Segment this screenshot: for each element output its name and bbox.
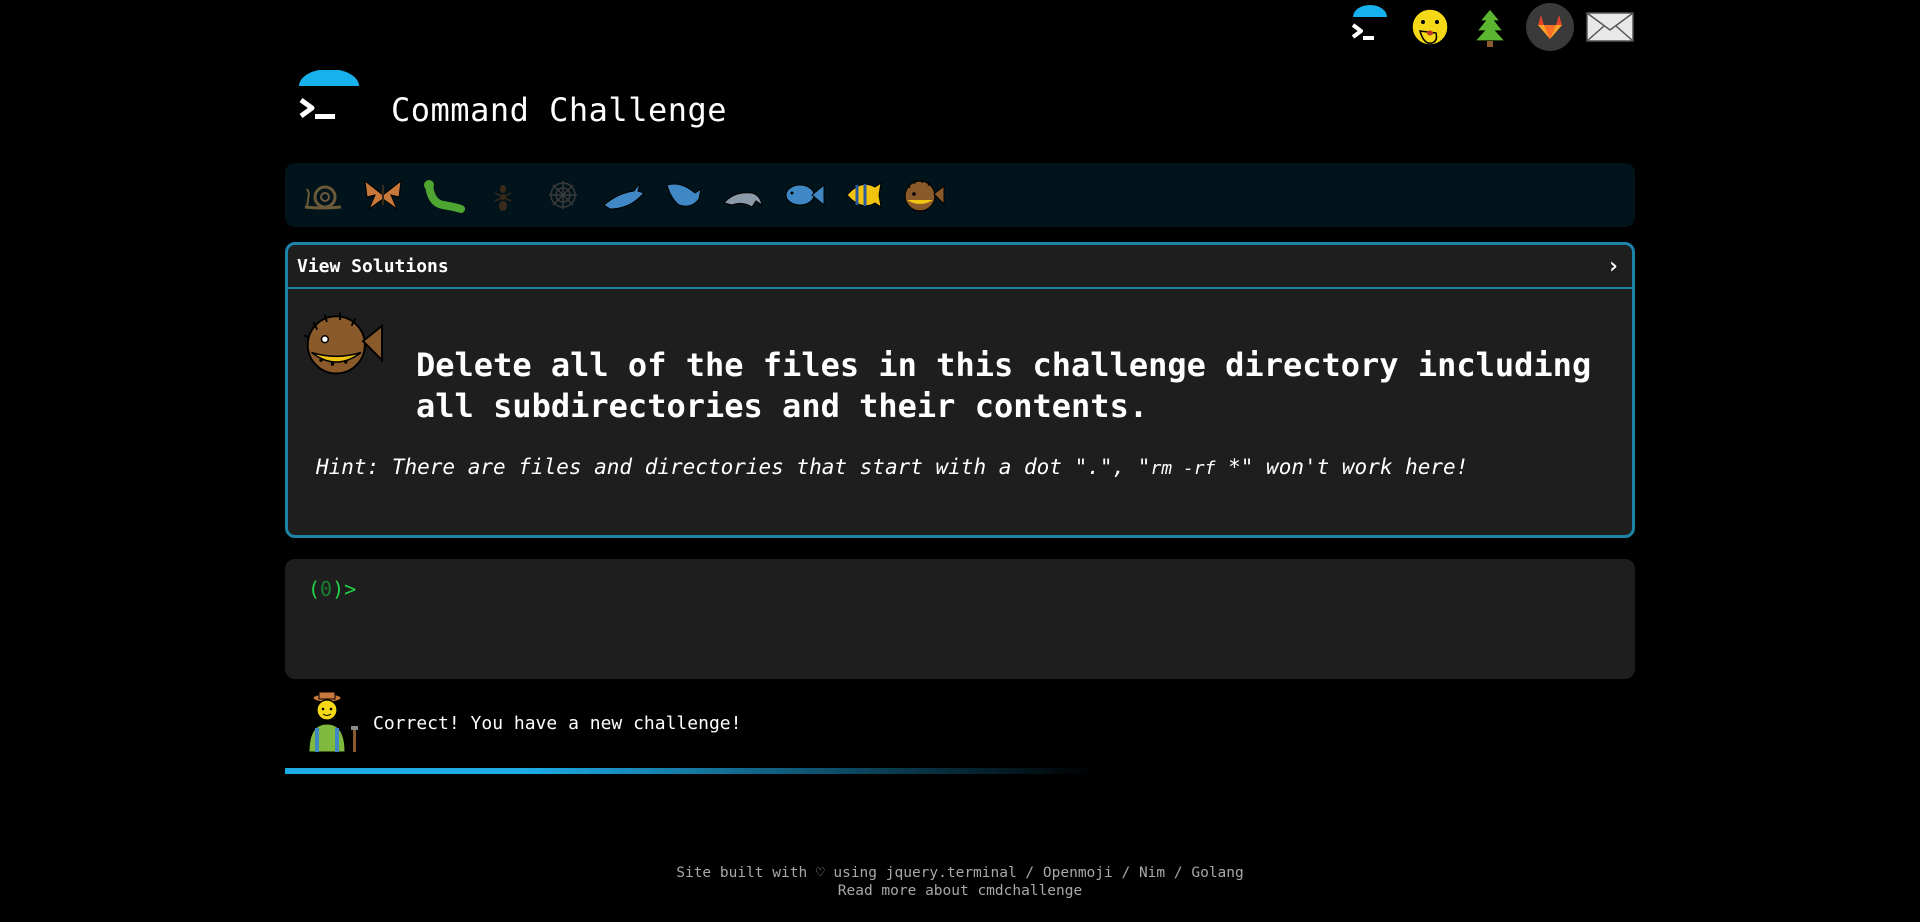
terminal-logo-icon[interactable] — [1340, 2, 1400, 52]
tropical-fish-icon[interactable] — [833, 165, 893, 225]
nim-link[interactable]: Nim — [1139, 865, 1165, 881]
shark-icon[interactable] — [653, 165, 713, 225]
farmer-icon — [301, 688, 363, 758]
status-text: Correct! You have a new challenge! — [373, 712, 742, 734]
openmoji-link[interactable]: Openmoji — [1043, 865, 1113, 881]
terminal-prompt: (0)> — [308, 577, 356, 601]
view-solutions-label: View Solutions — [297, 255, 449, 277]
terminal-logo-icon[interactable] — [297, 69, 361, 140]
butterfly-icon[interactable] — [353, 165, 413, 225]
page-title: Command Challenge — [391, 91, 728, 129]
footer-line-2: Read more about cmdchallenge — [0, 882, 1920, 900]
blowfish-icon — [298, 303, 386, 387]
spider-web-icon[interactable] — [533, 165, 593, 225]
header: Command Challenge — [297, 69, 728, 140]
footer-line-1: Site built with ♡ using jquery.terminal … — [0, 864, 1920, 882]
hint-prefix: Hint: There are files and directories th… — [316, 455, 1151, 479]
chevron-right-icon: › — [1606, 253, 1620, 279]
prompt-open: ( — [308, 577, 321, 601]
view-solutions-toggle[interactable]: View Solutions › — [288, 245, 1632, 289]
footer-credits: Site built with ♡ using — [676, 865, 886, 881]
top-icon-bar — [1340, 2, 1640, 52]
hint-code: rm -rf — [1150, 458, 1216, 479]
blowfish-icon[interactable] — [893, 165, 953, 225]
face-hand-over-mouth-icon[interactable] — [1400, 2, 1460, 52]
jquery-terminal-link[interactable]: jquery.terminal — [886, 865, 1017, 881]
tree-icon[interactable] — [1460, 2, 1520, 52]
ant-icon[interactable] — [473, 165, 533, 225]
read-more-link[interactable]: Read more about cmdchallenge — [838, 883, 1082, 899]
footer: Site built with ♡ using jquery.terminal … — [0, 864, 1920, 900]
snail-icon[interactable] — [293, 165, 353, 225]
challenge-description: Delete all of the files in this challeng… — [416, 346, 1592, 425]
gitlab-icon[interactable] — [1520, 2, 1580, 52]
dolphin-icon[interactable] — [713, 165, 773, 225]
hint-text: Hint: There are files and directories th… — [316, 455, 1468, 479]
footer-separator: / — [1112, 865, 1139, 881]
prompt-return-code: 0 — [320, 577, 333, 601]
golang-link[interactable]: Golang — [1191, 865, 1243, 881]
challenge-card: View Solutions › Delete all of the files… — [285, 242, 1635, 538]
status-message: Correct! You have a new challenge! — [301, 688, 741, 758]
level-bar — [285, 163, 1635, 227]
hint-suffix: *" won't work here! — [1215, 455, 1469, 479]
footer-separator: / — [1016, 865, 1043, 881]
progress-line — [285, 768, 1095, 774]
terminal[interactable]: (0)> — [285, 559, 1635, 679]
prompt-close: )> — [332, 577, 357, 601]
envelope-icon[interactable] — [1580, 2, 1640, 52]
page: Command Challenge View Solutions › Delet… — [0, 0, 1920, 922]
caterpillar-icon[interactable] — [413, 165, 473, 225]
whale-icon[interactable] — [593, 165, 653, 225]
fish-icon[interactable] — [773, 165, 833, 225]
footer-separator: / — [1165, 865, 1192, 881]
